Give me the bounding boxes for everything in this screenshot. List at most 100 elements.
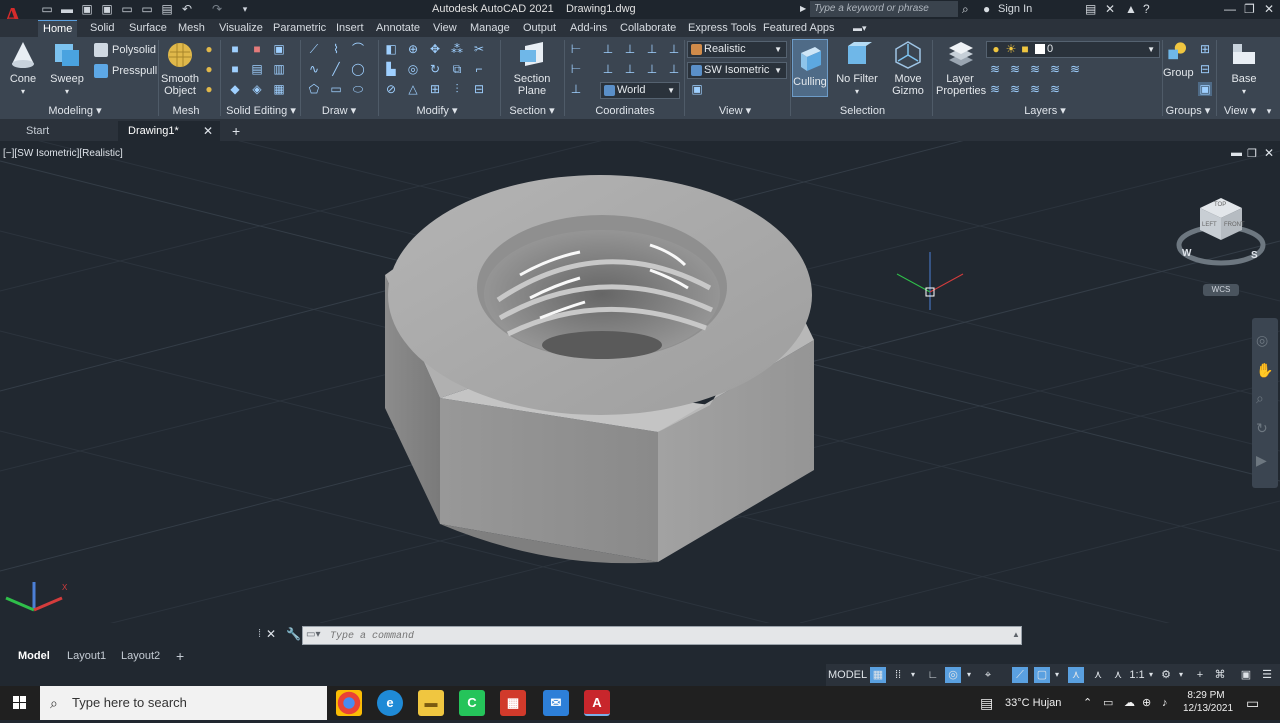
- ucs-view-icon[interactable]: ⊢: [569, 62, 583, 76]
- zoom-extents-icon[interactable]: ⌕: [1256, 390, 1264, 407]
- battery-icon[interactable]: ▭: [1103, 694, 1113, 712]
- ucs-select[interactable]: World ▼: [600, 82, 680, 99]
- camtasia-icon[interactable]: C: [459, 690, 485, 716]
- ucs-z-icon[interactable]: ⊥: [623, 62, 637, 76]
- tab-home[interactable]: Home: [38, 20, 78, 37]
- ucs-icon-props-icon[interactable]: ⊥: [569, 82, 583, 96]
- customize-qat-icon[interactable]: ▾: [238, 2, 252, 16]
- clean-screen-icon[interactable]: ▣: [1238, 667, 1254, 683]
- move-gizmo-button[interactable]: Move Gizmo: [888, 40, 928, 97]
- windows-start-button[interactable]: [0, 686, 40, 720]
- no-filter-button[interactable]: No Filter ▾: [836, 40, 878, 98]
- viewcube-top-label[interactable]: TOP: [1214, 202, 1226, 208]
- layer-properties-button[interactable]: Layer Properties: [936, 40, 986, 97]
- minimize-icon[interactable]: —: [1224, 2, 1236, 16]
- tab-manage[interactable]: Manage: [465, 20, 515, 37]
- weather-icon[interactable]: ▤: [980, 694, 993, 712]
- 3d-align-icon[interactable]: ▙: [384, 62, 398, 76]
- tab-layout2[interactable]: Layout2: [115, 648, 166, 664]
- polyline-icon[interactable]: ⌇: [329, 42, 343, 56]
- panel-title-solid-editing[interactable]: Solid Editing ▾: [222, 104, 300, 118]
- tab-featured-apps[interactable]: Featured Apps: [758, 20, 840, 37]
- viewcube-left-label[interactable]: LEFT: [1202, 222, 1217, 228]
- circle-icon[interactable]: ◯: [351, 62, 365, 76]
- tab-view[interactable]: View: [428, 20, 462, 37]
- ucs-object-icon[interactable]: ⊥: [667, 62, 681, 76]
- view-preset-select[interactable]: SW Isometric ▼: [687, 62, 787, 79]
- notification-icon[interactable]: ▭: [1246, 694, 1259, 712]
- workspace-dropdown-icon[interactable]: ▾: [1176, 667, 1186, 683]
- 3d-scale-icon[interactable]: △: [406, 82, 420, 96]
- section-plane-button[interactable]: Section Plane: [508, 40, 556, 97]
- new-tab-icon[interactable]: +: [232, 123, 240, 139]
- ribbon-overflow-icon[interactable]: ▾: [1262, 104, 1276, 118]
- polysolid-button[interactable]: Polysolid: [94, 42, 156, 58]
- tab-solid[interactable]: Solid: [85, 20, 119, 37]
- close-command-line-icon[interactable]: ✕: [266, 627, 276, 641]
- osnap-dropdown-icon[interactable]: ▾: [1052, 667, 1062, 683]
- new-file-icon[interactable]: ▭: [40, 2, 54, 16]
- ucs-icon[interactable]: ⊢: [569, 42, 583, 56]
- exchange-icon[interactable]: ✕: [1105, 2, 1115, 16]
- tab-express-tools[interactable]: Express Tools: [683, 20, 761, 37]
- tab-insert[interactable]: Insert: [331, 20, 369, 37]
- taskbar-search-box[interactable]: ⌕ Type here to search: [40, 686, 327, 720]
- viewport-restore-icon[interactable]: ❐: [1247, 147, 1257, 160]
- ellipse-icon[interactable]: ⬭: [351, 82, 365, 96]
- showmotion-icon[interactable]: ▶: [1256, 452, 1267, 469]
- group-edit-icon[interactable]: ⊟: [1198, 62, 1212, 76]
- slice-icon[interactable]: ▤: [250, 62, 264, 76]
- stretch-icon[interactable]: ⊞: [428, 82, 442, 96]
- separate-icon[interactable]: ▦: [272, 82, 286, 96]
- base-view-button[interactable]: Base ▾: [1224, 40, 1264, 98]
- presspull-button[interactable]: Presspull: [94, 63, 157, 79]
- search-icon[interactable]: ⌕: [962, 2, 969, 16]
- annotation-scale-icon[interactable]: ⋏: [1110, 667, 1126, 683]
- xline-icon[interactable]: ╱: [329, 62, 343, 76]
- polar-dropdown-icon[interactable]: ▾: [964, 667, 974, 683]
- model-space-toggle[interactable]: MODEL: [828, 667, 867, 683]
- panel-title-groups[interactable]: Groups ▾: [1164, 104, 1212, 118]
- steering-wheel-icon[interactable]: ◎: [1256, 332, 1268, 349]
- viewport-minimize-icon[interactable]: ▬: [1231, 147, 1242, 159]
- offset-icon[interactable]: ⊘: [384, 82, 398, 96]
- gift-app-icon[interactable]: ▦: [500, 690, 526, 716]
- close-tab-icon[interactable]: ✕: [203, 124, 213, 138]
- plot-icon[interactable]: ▤: [160, 2, 174, 16]
- ucs-3point-icon[interactable]: ⊥: [623, 42, 637, 56]
- workspace-gear-icon[interactable]: ⚙: [1158, 667, 1174, 683]
- mirror-icon[interactable]: ◧: [384, 42, 398, 56]
- restore-icon[interactable]: ❐: [1244, 2, 1255, 16]
- help-icon[interactable]: ?: [1143, 2, 1150, 16]
- intersect-icon[interactable]: ■: [228, 62, 242, 76]
- ucs-origin-icon[interactable]: ⊥: [601, 42, 615, 56]
- osnap-icon[interactable]: ▢: [1034, 667, 1050, 683]
- command-input[interactable]: [330, 629, 730, 643]
- save-web-icon[interactable]: ▭: [140, 2, 154, 16]
- command-history-icon[interactable]: ▭▾: [306, 629, 320, 640]
- tab-model[interactable]: Model: [12, 648, 56, 664]
- undo-icon[interactable]: ↶: [180, 2, 194, 16]
- layer-select[interactable]: ● ☀ ■ 0 ▼: [986, 41, 1160, 58]
- panel-title-mesh[interactable]: Mesh: [165, 104, 207, 118]
- volume-icon[interactable]: ♪: [1162, 694, 1168, 712]
- copy-icon[interactable]: ⧉: [450, 62, 464, 76]
- panel-title-draw[interactable]: Draw ▾: [318, 104, 360, 118]
- annotation-scale-value[interactable]: 1:1: [1128, 667, 1146, 683]
- scale-dropdown-icon[interactable]: ▾: [1146, 667, 1156, 683]
- grid-icon[interactable]: ▦: [870, 667, 886, 683]
- explode-icon[interactable]: ⊟: [472, 82, 486, 96]
- ribbon-toggle-icon[interactable]: ▬▾: [848, 20, 872, 37]
- subtract-icon[interactable]: ■: [250, 42, 264, 56]
- wcs-menu[interactable]: WCS: [1203, 284, 1239, 296]
- layer-unlock-icon[interactable]: ≋: [1048, 82, 1062, 96]
- cone-button[interactable]: Cone ▾: [4, 40, 42, 98]
- tab-add-ins[interactable]: Add-ins: [565, 20, 612, 37]
- ortho-icon[interactable]: ∟: [925, 667, 941, 683]
- tray-overflow-icon[interactable]: ⌃: [1083, 694, 1092, 712]
- viewcube[interactable]: TOP LEFT FRONT W S: [1176, 190, 1266, 270]
- save-icon[interactable]: ▣: [80, 2, 94, 16]
- tab-surface[interactable]: Surface: [124, 20, 172, 37]
- close-icon[interactable]: ✕: [1264, 2, 1274, 16]
- units-icon[interactable]: ⌘: [1212, 667, 1228, 683]
